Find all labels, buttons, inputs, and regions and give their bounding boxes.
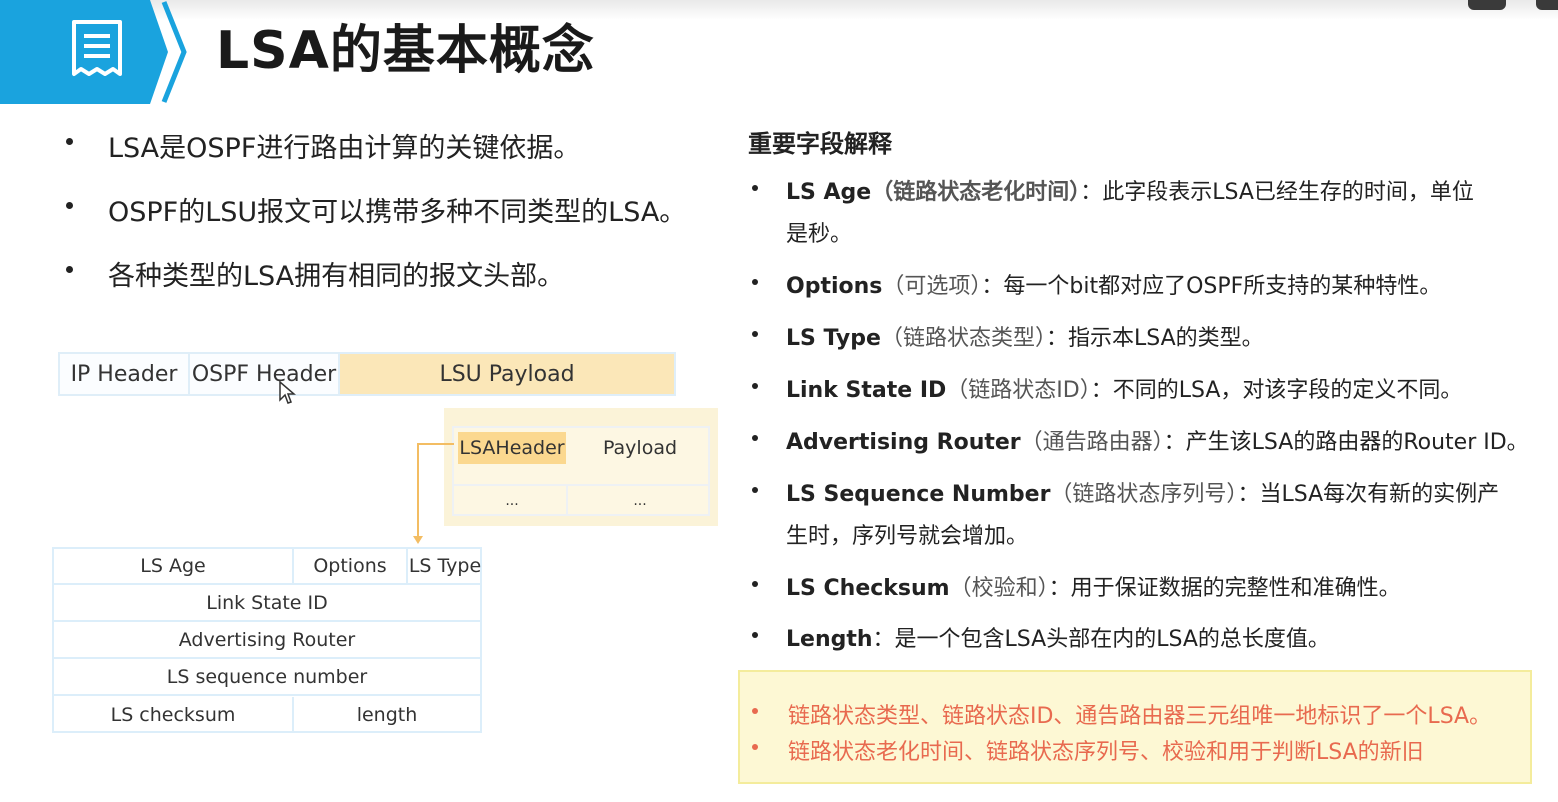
bullet-dot bbox=[752, 744, 758, 750]
mouse-cursor-icon bbox=[279, 380, 296, 404]
field-desc: ：不同的LSA，对该字段的定义不同。 bbox=[1090, 378, 1463, 403]
bullet-dot bbox=[752, 708, 758, 714]
bullet-dot bbox=[66, 138, 73, 145]
title-banner bbox=[0, 0, 187, 104]
lsa-list-table: LSAHeader Payload ... ... bbox=[452, 426, 710, 516]
field-key: LS Type bbox=[786, 326, 881, 351]
ip-header-cell: IP Header bbox=[70, 361, 178, 387]
field-desc-continued: 是秒。 bbox=[786, 222, 853, 247]
lsa-header-table: LS Age Options LS Type Link State ID Adv… bbox=[52, 547, 482, 733]
field-paren: （校验和） bbox=[949, 576, 1049, 601]
length-cell: length bbox=[356, 704, 418, 726]
bullet-dot bbox=[752, 185, 758, 191]
window-control-button[interactable] bbox=[1536, 0, 1558, 10]
ospf-header-cell: OSPF Header bbox=[191, 361, 337, 387]
table-row: Advertising Router bbox=[54, 623, 480, 659]
field-desc: ：每一个bit都对应了OSPF所支持的某种特性。 bbox=[981, 274, 1442, 299]
ls-checksum-cell: LS checksum bbox=[110, 704, 236, 726]
bullet-dot bbox=[752, 435, 758, 441]
field-key: LS Checksum bbox=[786, 576, 950, 601]
payload-cell: Payload bbox=[602, 437, 678, 459]
bullet-dot bbox=[752, 632, 758, 638]
page-title: LSA的基本概念 bbox=[216, 21, 595, 81]
field-key: LS Sequence Number bbox=[786, 482, 1051, 507]
options-cell: Options bbox=[313, 555, 387, 577]
ospf-packet-bar: IP Header OSPF Header LSU Payload bbox=[58, 352, 676, 396]
field-desc: ：当LSA每次有新的实例产 bbox=[1237, 482, 1500, 507]
table-row: LS sequence number bbox=[54, 660, 480, 696]
field-desc: ：此字段表示LSA已经生存的时间，单位 bbox=[1080, 180, 1474, 205]
table-row: LS Age Options LS Type bbox=[54, 549, 482, 585]
field-key: LS Age bbox=[786, 180, 872, 205]
field-paren: （链路状态序列号） bbox=[1050, 482, 1238, 507]
bullet-dot bbox=[752, 279, 758, 285]
ls-type-cell: LS Type bbox=[408, 555, 482, 577]
divider bbox=[454, 484, 708, 486]
field-desc-continued: 生时，序列号就会增加。 bbox=[786, 524, 1029, 549]
bullet-dot bbox=[752, 581, 758, 587]
connector-arrow bbox=[413, 443, 454, 544]
link-state-id-cell: Link State ID bbox=[206, 592, 328, 614]
bullet-dot bbox=[752, 487, 758, 493]
field-paren: （可选项） bbox=[882, 274, 982, 299]
field-paren: （通告路由器） bbox=[1020, 430, 1164, 455]
lsa-header-cell: LSAHeader bbox=[458, 432, 566, 464]
ellipsis-cell: ... bbox=[633, 493, 647, 509]
ls-age-cell: LS Age bbox=[140, 555, 206, 577]
lsu-payload-cell: LSU Payload bbox=[340, 354, 674, 394]
bullet-dot bbox=[66, 266, 73, 273]
field-paren: （链路状态类型） bbox=[880, 326, 1046, 351]
advertising-router-cell: Advertising Router bbox=[178, 629, 356, 651]
field-desc: ：是一个包含LSA头部在内的LSA的总长度值。 bbox=[872, 627, 1330, 652]
table-row: LS checksum length bbox=[54, 697, 480, 733]
divider bbox=[566, 486, 568, 516]
field-key: Length bbox=[786, 627, 873, 652]
field-desc: ：产生该LSA的路由器的Router ID。 bbox=[1163, 430, 1529, 455]
bullet-dot bbox=[66, 202, 73, 209]
field-key: Options bbox=[786, 274, 883, 299]
field-desc: ：指示本LSA的类型。 bbox=[1045, 326, 1264, 351]
bullet-dot bbox=[752, 331, 758, 337]
field-key: Advertising Router bbox=[786, 430, 1021, 455]
note-box: 链路状态类型、链路状态ID、通告路由器三元组唯一地标识了一个LSA。 链路状态老… bbox=[738, 670, 1532, 784]
field-paren: （链路状态ID） bbox=[946, 378, 1091, 403]
ellipsis-cell: ... bbox=[505, 493, 519, 509]
fields-heading: 重要字段解释 bbox=[748, 130, 892, 158]
bullet-dot bbox=[752, 383, 758, 389]
ls-sequence-number-cell: LS sequence number bbox=[166, 666, 368, 688]
field-desc: ：用于保证数据的完整性和准确性。 bbox=[1048, 576, 1401, 601]
window-control-button[interactable] bbox=[1468, 0, 1506, 10]
field-paren: （链路状态老化时间） bbox=[871, 180, 1081, 205]
field-key: Link State ID bbox=[786, 378, 947, 403]
table-row: Link State ID bbox=[54, 586, 480, 622]
